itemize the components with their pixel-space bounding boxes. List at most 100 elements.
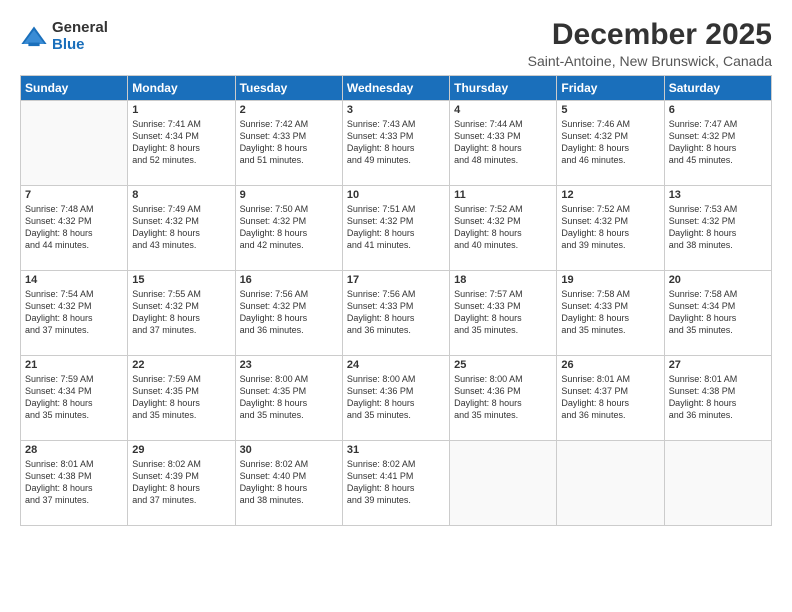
day-number: 17 [347, 274, 445, 286]
day-info: Sunrise: 7:59 AM Sunset: 4:34 PM Dayligh… [25, 373, 123, 422]
table-row: 17 Sunrise: 7:56 AM Sunset: 4:33 PM Dayli… [342, 271, 449, 356]
day-info: Sunrise: 7:55 AM Sunset: 4:32 PM Dayligh… [132, 288, 230, 337]
logo: General Blue [20, 20, 108, 53]
table-row: 19 Sunrise: 7:58 AM Sunset: 4:33 PM Dayli… [557, 271, 664, 356]
day-info: Sunrise: 7:58 AM Sunset: 4:33 PM Dayligh… [561, 288, 659, 337]
day-number: 1 [132, 104, 230, 116]
day-number: 27 [669, 359, 767, 371]
location-label: Saint-Antoine, New Brunswick, Canada [528, 53, 772, 69]
day-info: Sunrise: 7:47 AM Sunset: 4:32 PM Dayligh… [669, 118, 767, 167]
day-number: 23 [240, 359, 338, 371]
day-info: Sunrise: 8:00 AM Sunset: 4:36 PM Dayligh… [454, 373, 552, 422]
day-info: Sunrise: 8:02 AM Sunset: 4:39 PM Dayligh… [132, 458, 230, 507]
day-info: Sunrise: 7:56 AM Sunset: 4:32 PM Dayligh… [240, 288, 338, 337]
table-row: 1 Sunrise: 7:41 AM Sunset: 4:34 PM Daylig… [128, 101, 235, 186]
page: General Blue December 2025 Saint-Antoine… [0, 0, 792, 612]
day-number: 13 [669, 189, 767, 201]
calendar-week-row: 14Sunrise: 7:54 AM Sunset: 4:32 PM Dayli… [21, 271, 772, 356]
table-row: 24 Sunrise: 8:00 AM Sunset: 4:36 PM Dayli… [342, 356, 449, 441]
day-number: 26 [561, 359, 659, 371]
day-info: Sunrise: 7:44 AM Sunset: 4:33 PM Dayligh… [454, 118, 552, 167]
day-info: Sunrise: 8:01 AM Sunset: 4:38 PM Dayligh… [25, 458, 123, 507]
table-row: 16 Sunrise: 7:56 AM Sunset: 4:32 PM Dayli… [235, 271, 342, 356]
day-number: 21 [25, 359, 123, 371]
day-number: 10 [347, 189, 445, 201]
day-number: 24 [347, 359, 445, 371]
day-info: Sunrise: 8:00 AM Sunset: 4:35 PM Dayligh… [240, 373, 338, 422]
day-info: Sunrise: 7:49 AM Sunset: 4:32 PM Dayligh… [132, 203, 230, 252]
day-number: 9 [240, 189, 338, 201]
table-row: 12 Sunrise: 7:52 AM Sunset: 4:32 PM Dayli… [557, 186, 664, 271]
col-friday: Friday [557, 76, 664, 101]
table-row: 29 Sunrise: 8:02 AM Sunset: 4:39 PM Dayli… [128, 441, 235, 526]
day-info: Sunrise: 7:50 AM Sunset: 4:32 PM Dayligh… [240, 203, 338, 252]
col-sunday: Sunday [21, 76, 128, 101]
table-row [450, 441, 557, 526]
col-saturday: Saturday [664, 76, 771, 101]
table-row: 14Sunrise: 7:54 AM Sunset: 4:32 PM Dayli… [21, 271, 128, 356]
table-row: 11 Sunrise: 7:52 AM Sunset: 4:32 PM Dayli… [450, 186, 557, 271]
table-row: 2Sunrise: 7:42 AM Sunset: 4:33 PM Daylig… [235, 101, 342, 186]
header: General Blue December 2025 Saint-Antoine… [20, 18, 772, 69]
day-number: 20 [669, 274, 767, 286]
table-row: 3 Sunrise: 7:43 AM Sunset: 4:33 PM Daylig… [342, 101, 449, 186]
day-number: 15 [132, 274, 230, 286]
calendar-week-row: 21 Sunrise: 7:59 AM Sunset: 4:34 PM Dayli… [21, 356, 772, 441]
calendar-table: Sunday Monday Tuesday Wednesday Thursday… [20, 75, 772, 526]
col-monday: Monday [128, 76, 235, 101]
day-number: 6 [669, 104, 767, 116]
day-info: Sunrise: 7:48 AM Sunset: 4:32 PM Dayligh… [25, 203, 123, 252]
day-number: 2 [240, 104, 338, 116]
day-info: Sunrise: 7:57 AM Sunset: 4:33 PM Dayligh… [454, 288, 552, 337]
col-tuesday: Tuesday [235, 76, 342, 101]
calendar-week-row: 7 Sunrise: 7:48 AM Sunset: 4:32 PM Daylig… [21, 186, 772, 271]
table-row: 7 Sunrise: 7:48 AM Sunset: 4:32 PM Daylig… [21, 186, 128, 271]
table-row: 5Sunrise: 7:46 AM Sunset: 4:32 PM Daylig… [557, 101, 664, 186]
day-info: Sunrise: 7:56 AM Sunset: 4:33 PM Dayligh… [347, 288, 445, 337]
table-row: 6 Sunrise: 7:47 AM Sunset: 4:32 PM Daylig… [664, 101, 771, 186]
day-number: 5 [561, 104, 659, 116]
col-wednesday: Wednesday [342, 76, 449, 101]
table-row: 21 Sunrise: 7:59 AM Sunset: 4:34 PM Dayli… [21, 356, 128, 441]
day-number: 14 [25, 274, 123, 286]
table-row: 31Sunrise: 8:02 AM Sunset: 4:41 PM Dayli… [342, 441, 449, 526]
day-info: Sunrise: 7:52 AM Sunset: 4:32 PM Dayligh… [454, 203, 552, 252]
day-number: 12 [561, 189, 659, 201]
day-info: Sunrise: 8:00 AM Sunset: 4:36 PM Dayligh… [347, 373, 445, 422]
table-row [557, 441, 664, 526]
table-row [664, 441, 771, 526]
day-number: 31 [347, 444, 445, 456]
table-row: 26 Sunrise: 8:01 AM Sunset: 4:37 PM Dayli… [557, 356, 664, 441]
table-row: 8 Sunrise: 7:49 AM Sunset: 4:32 PM Daylig… [128, 186, 235, 271]
calendar-header-row: Sunday Monday Tuesday Wednesday Thursday… [21, 76, 772, 101]
day-number: 30 [240, 444, 338, 456]
day-info: Sunrise: 7:52 AM Sunset: 4:32 PM Dayligh… [561, 203, 659, 252]
day-info: Sunrise: 8:01 AM Sunset: 4:37 PM Dayligh… [561, 373, 659, 422]
day-info: Sunrise: 8:02 AM Sunset: 4:40 PM Dayligh… [240, 458, 338, 507]
day-info: Sunrise: 7:59 AM Sunset: 4:35 PM Dayligh… [132, 373, 230, 422]
day-number: 4 [454, 104, 552, 116]
table-row: 27Sunrise: 8:01 AM Sunset: 4:38 PM Dayli… [664, 356, 771, 441]
day-number: 16 [240, 274, 338, 286]
day-info: Sunrise: 7:58 AM Sunset: 4:34 PM Dayligh… [669, 288, 767, 337]
day-number: 11 [454, 189, 552, 201]
logo-text: General Blue [52, 20, 108, 53]
logo-blue-label: Blue [52, 37, 108, 54]
table-row: 10Sunrise: 7:51 AM Sunset: 4:32 PM Dayli… [342, 186, 449, 271]
day-number: 8 [132, 189, 230, 201]
calendar-week-row: 1 Sunrise: 7:41 AM Sunset: 4:34 PM Daylig… [21, 101, 772, 186]
day-number: 19 [561, 274, 659, 286]
table-row: 15 Sunrise: 7:55 AM Sunset: 4:32 PM Dayli… [128, 271, 235, 356]
day-info: Sunrise: 7:53 AM Sunset: 4:32 PM Dayligh… [669, 203, 767, 252]
title-block: December 2025 Saint-Antoine, New Brunswi… [528, 18, 772, 69]
table-row: 22 Sunrise: 7:59 AM Sunset: 4:35 PM Dayli… [128, 356, 235, 441]
day-number: 7 [25, 189, 123, 201]
calendar-week-row: 28 Sunrise: 8:01 AM Sunset: 4:38 PM Dayli… [21, 441, 772, 526]
day-number: 22 [132, 359, 230, 371]
day-number: 3 [347, 104, 445, 116]
day-number: 29 [132, 444, 230, 456]
day-info: Sunrise: 7:41 AM Sunset: 4:34 PM Dayligh… [132, 118, 230, 167]
day-number: 28 [25, 444, 123, 456]
table-row: 18Sunrise: 7:57 AM Sunset: 4:33 PM Dayli… [450, 271, 557, 356]
day-info: Sunrise: 7:43 AM Sunset: 4:33 PM Dayligh… [347, 118, 445, 167]
